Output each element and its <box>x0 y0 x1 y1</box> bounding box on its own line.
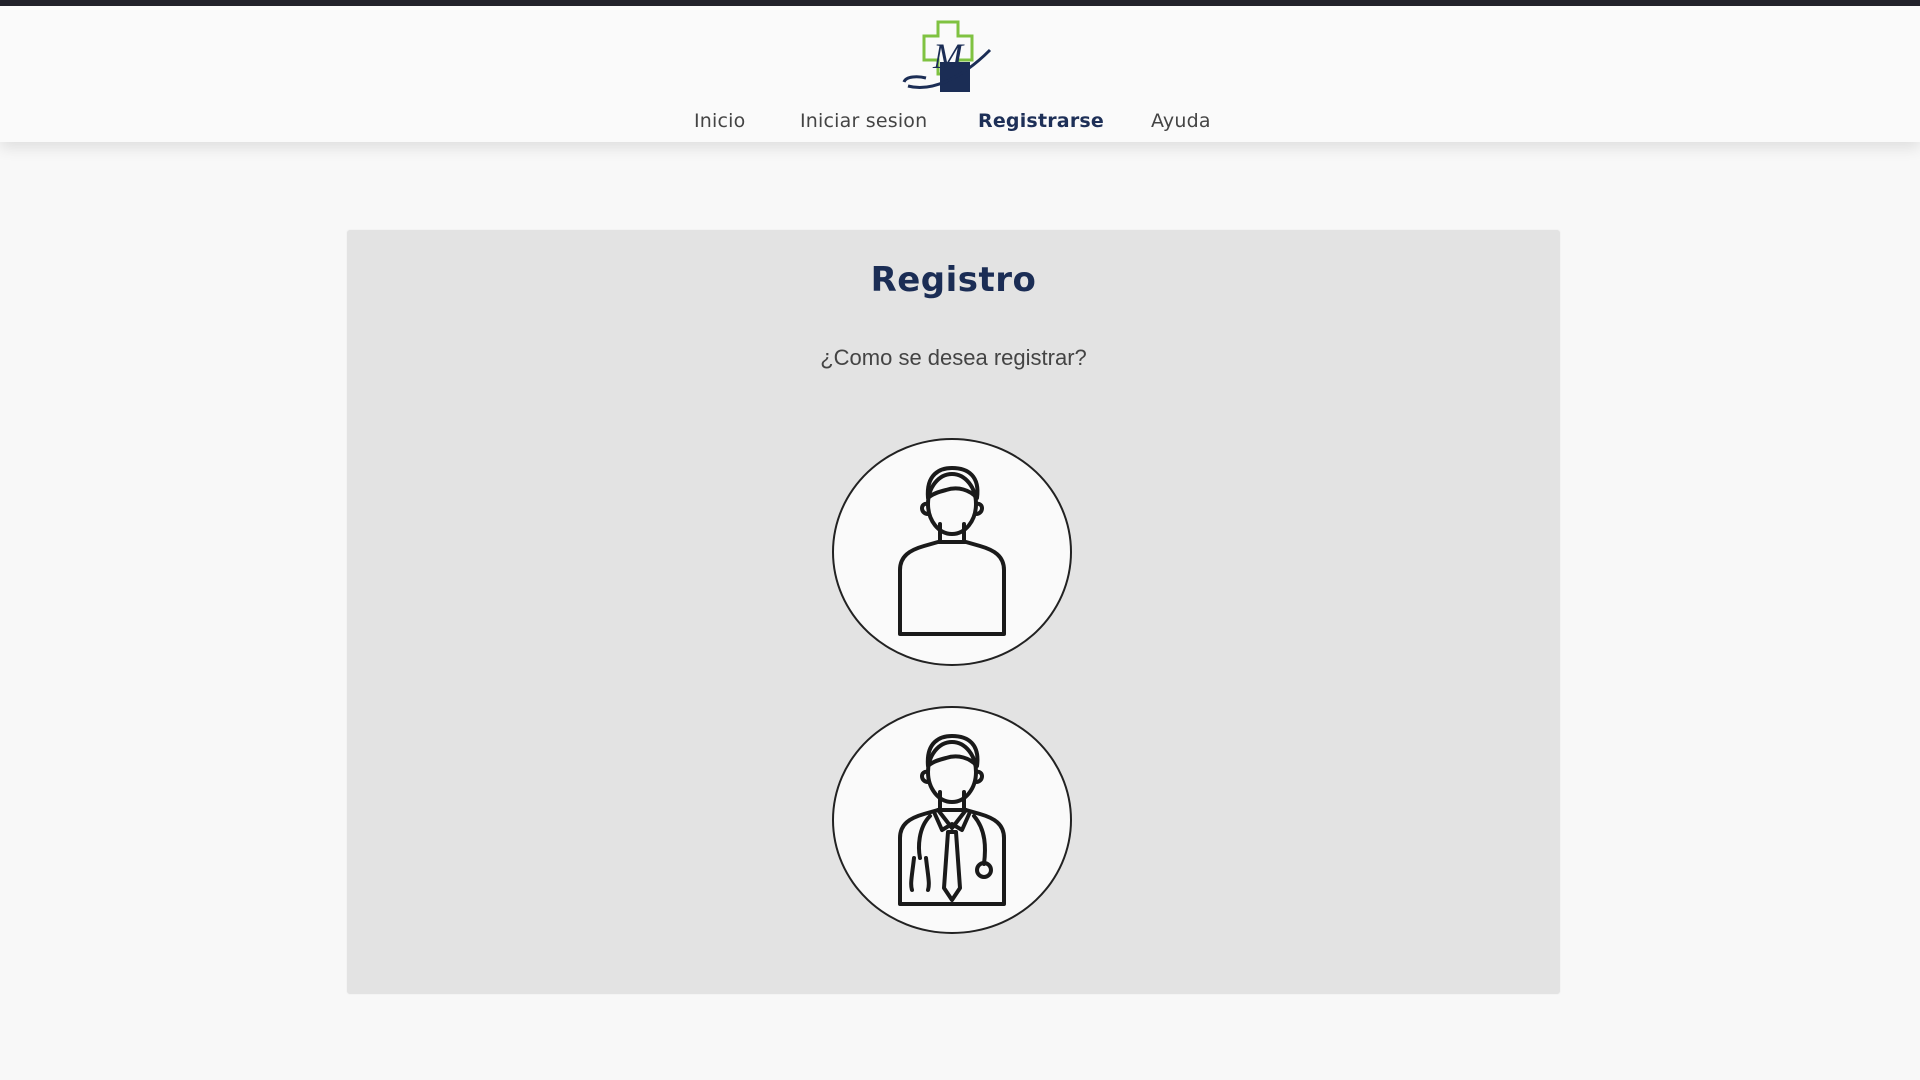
registration-question: ¿Como se desea registrar? <box>820 345 1087 370</box>
nav-item-iniciar-sesion[interactable]: Iniciar sesion <box>800 110 927 132</box>
nav-item-inicio[interactable]: Inicio <box>694 110 745 132</box>
nav-item-ayuda[interactable]: Ayuda <box>1151 110 1211 132</box>
medical-logo[interactable]: M <box>900 20 996 96</box>
site-header: M Inicio Iniciar sesion Registrarse Ayud… <box>0 6 1920 142</box>
doctor-icon <box>898 734 1006 906</box>
page-title: Registro <box>870 260 1037 300</box>
patient-icon <box>898 466 1006 636</box>
nav-item-registrarse[interactable]: Registrarse <box>978 110 1104 132</box>
logo-letter: M <box>932 36 965 76</box>
registro-card: Registro ¿Como se desea registrar? <box>347 230 1560 994</box>
main-nav: Inicio Iniciar sesion Registrarse Ayuda <box>0 110 1920 142</box>
register-as-patient-button[interactable] <box>832 438 1072 666</box>
register-as-doctor-button[interactable] <box>832 706 1072 934</box>
